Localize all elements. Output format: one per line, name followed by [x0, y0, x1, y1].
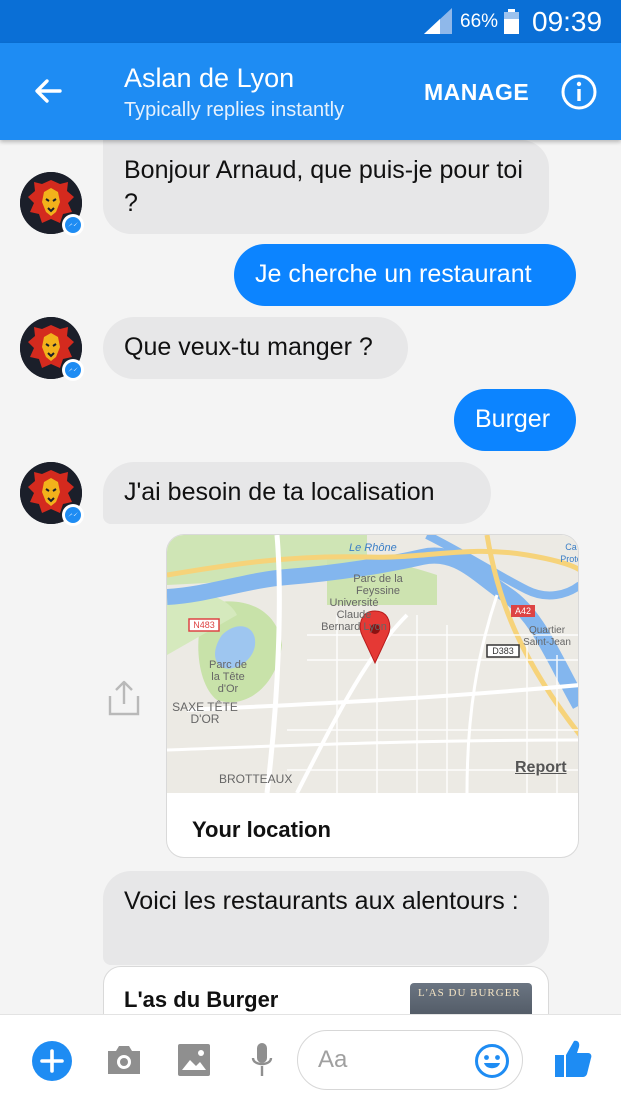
- user-message[interactable]: Burger: [454, 389, 576, 451]
- emoji-icon[interactable]: [474, 1043, 510, 1079]
- message-input-placeholder: Aa: [318, 1046, 348, 1073]
- map-label: Quartier Saint-Jean: [523, 625, 571, 648]
- back-arrow-icon[interactable]: [30, 73, 66, 109]
- map-label: Parc de la Feyssine: [353, 573, 403, 597]
- microphone-icon[interactable]: [250, 1041, 274, 1079]
- road-label: N483: [193, 620, 215, 630]
- bot-message[interactable]: Que veux-tu manger ?: [103, 317, 408, 379]
- messenger-badge-icon: [62, 214, 84, 236]
- map-label: SAXE TÊTE D'OR: [172, 700, 238, 726]
- message-composer: Aa: [0, 1014, 621, 1104]
- camera-icon[interactable]: [105, 1043, 143, 1077]
- contact-status: Typically replies instantly: [124, 99, 345, 121]
- bot-avatar[interactable]: [20, 317, 84, 381]
- road-label: A42: [514, 606, 531, 616]
- battery-percent: 66%: [460, 11, 499, 32]
- bot-message[interactable]: J'ai besoin de ta localisation: [103, 462, 491, 524]
- image-gallery-icon[interactable]: [177, 1043, 211, 1077]
- share-icon[interactable]: [106, 678, 142, 718]
- message-list[interactable]: Bonjour Arnaud, que puis-je pour toi ? J…: [0, 140, 621, 1014]
- messenger-badge-icon: [62, 504, 84, 526]
- bot-avatar[interactable]: [20, 462, 84, 526]
- thumbnail-text: L'AS DU BURGER: [418, 987, 521, 999]
- map-label: Parc de la Tête d'Or: [209, 659, 247, 695]
- location-map[interactable]: Le Rhône Parc de la Feyssine Université …: [167, 535, 578, 793]
- restaurant-name: L'as du Burger: [124, 987, 279, 1012]
- location-card[interactable]: Le Rhône Parc de la Feyssine Université …: [166, 534, 579, 858]
- map-label: Le Rhône: [349, 542, 397, 554]
- messenger-badge-icon: [62, 359, 84, 381]
- user-message[interactable]: Je cherche un restaurant: [234, 244, 576, 306]
- info-icon[interactable]: [560, 73, 598, 111]
- signal-icon: [424, 8, 452, 34]
- add-plus-icon[interactable]: [31, 1040, 73, 1082]
- location-label: Your location: [192, 817, 331, 842]
- contact-name[interactable]: Aslan de Lyon: [124, 63, 294, 94]
- clock: 09:39: [532, 6, 603, 37]
- bot-message[interactable]: Bonjour Arnaud, que puis-je pour toi ?: [103, 140, 549, 234]
- map-label: Ca Prote: [560, 542, 578, 564]
- map-label: BROTTEAUX: [219, 772, 293, 786]
- status-bar: 66% 09:39: [0, 0, 621, 43]
- restaurant-thumbnail: L'AS DU BURGER: [410, 983, 532, 1014]
- manage-button[interactable]: MANAGE: [424, 79, 529, 106]
- map-label: Université Claude Bernard Lyon: [321, 597, 387, 633]
- report-link[interactable]: Report: [515, 759, 567, 777]
- bot-avatar[interactable]: [20, 172, 84, 236]
- road-label: D383: [492, 646, 514, 656]
- thumbs-up-icon[interactable]: [553, 1037, 593, 1079]
- battery-icon: [504, 9, 519, 34]
- message-input[interactable]: Aa: [297, 1030, 523, 1090]
- conversation-header: Aslan de Lyon Typically replies instantl…: [0, 43, 621, 140]
- restaurant-card[interactable]: L'as du Burger L'AS DU BURGER: [103, 966, 549, 1014]
- bot-message[interactable]: Voici les restaurants aux alentours :: [103, 871, 549, 965]
